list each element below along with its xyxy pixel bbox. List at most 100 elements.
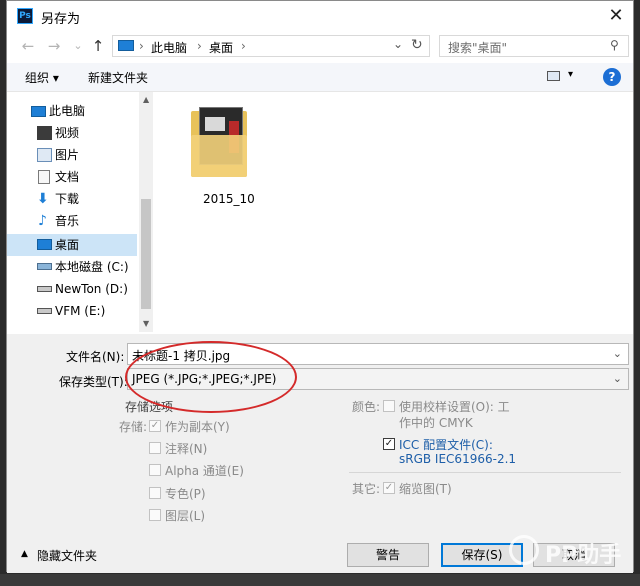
save-label: 存储: bbox=[119, 420, 148, 434]
annotations-checkbox bbox=[149, 442, 161, 454]
other-label: 其它: bbox=[352, 482, 381, 496]
pictures-icon bbox=[37, 148, 52, 162]
documents-icon bbox=[38, 170, 50, 184]
search-input[interactable]: 搜索"桌面" ⚲ bbox=[439, 35, 629, 57]
title-bar: Ps 另存为 ✕ bbox=[7, 1, 633, 31]
layers-label: 图层(L) bbox=[165, 509, 206, 523]
annotations-label: 注释(N) bbox=[165, 442, 208, 456]
music-icon: ♪ bbox=[38, 213, 47, 229]
folder-name: 2015_10 bbox=[203, 192, 255, 206]
back-icon[interactable]: ← bbox=[19, 36, 37, 56]
computer-icon bbox=[31, 106, 46, 117]
sidebar-item-label: NewTon (D:) bbox=[55, 282, 128, 296]
folder-preview-image bbox=[205, 117, 225, 131]
save-as-dialog: Ps 另存为 ✕ ← → ⌄ ↑ › 此电脑 › 桌面 › ⌄ ↻ 搜索"桌面"… bbox=[6, 0, 634, 573]
annotation-ellipse bbox=[125, 341, 297, 413]
help-icon[interactable]: ? bbox=[603, 68, 621, 86]
thumbnail-checkbox: ✓ bbox=[383, 482, 395, 494]
search-icon: ⚲ bbox=[610, 38, 619, 52]
address-bar[interactable]: › 此电脑 › 桌面 › ⌄ ↻ bbox=[112, 35, 430, 57]
sidebar-item-music[interactable]: ♪ 音乐 bbox=[7, 210, 137, 232]
scroll-down-icon[interactable]: ▼ bbox=[143, 319, 149, 328]
up-icon[interactable]: ↑ bbox=[89, 36, 107, 56]
use-proof-setup-label: 使用校样设置(O): 工 bbox=[399, 400, 510, 414]
video-icon bbox=[37, 126, 52, 140]
sidebar-item-pictures[interactable]: 图片 bbox=[7, 144, 137, 166]
layers-checkbox bbox=[149, 509, 161, 521]
sidebar-item-drive-e[interactable]: VFM (E:) bbox=[7, 300, 137, 322]
sidebar-item-label: 视频 bbox=[55, 126, 80, 140]
new-folder-button[interactable]: 新建文件夹 bbox=[88, 69, 148, 86]
alpha-channels-checkbox bbox=[149, 464, 161, 476]
sidebar-item-label: 文档 bbox=[55, 170, 80, 184]
recent-chevron-icon[interactable]: ⌄ bbox=[69, 36, 87, 56]
save-form-panel: 文件名(N): 未标题-1 拷贝.jpg ⌄ 保存类型(T): JPEG (*.… bbox=[7, 334, 633, 573]
breadcrumb-separator: › bbox=[197, 39, 202, 53]
breadcrumb-separator: › bbox=[241, 39, 246, 53]
filename-label: 文件名(N): bbox=[66, 350, 125, 364]
use-proof-setup-label-2: 作中的 CMYK bbox=[399, 416, 473, 430]
drive-icon bbox=[37, 308, 52, 314]
sidebar-item-downloads[interactable]: ⬇ 下载 bbox=[7, 188, 137, 210]
view-dropdown-icon[interactable]: ▾ bbox=[568, 69, 573, 80]
search-placeholder: 搜索"桌面" bbox=[448, 41, 508, 55]
sidebar-item-this-pc[interactable]: 此电脑 bbox=[7, 100, 137, 122]
collapse-icon[interactable]: ▲ bbox=[21, 549, 28, 559]
sidebar-item-videos[interactable]: 视频 bbox=[7, 122, 137, 144]
photoshop-icon: Ps bbox=[17, 8, 33, 24]
divider bbox=[349, 472, 621, 473]
sidebar-item-label: 音乐 bbox=[55, 214, 80, 228]
as-copy-checkbox: ✓ bbox=[149, 420, 161, 432]
navigation-pane: 此电脑 视频 图片 文档 ⬇ 下载 ♪ 音乐 桌面 本地磁盘 (C:) NewT… bbox=[7, 92, 153, 332]
dialog-title: 另存为 bbox=[41, 12, 81, 27]
sidebar-item-documents[interactable]: 文档 bbox=[7, 166, 137, 188]
address-dropdown-icon[interactable]: ⌄ bbox=[393, 37, 403, 51]
sidebar-item-label: 本地磁盘 (C:) bbox=[55, 260, 129, 274]
breadcrumb-desktop[interactable]: 桌面 bbox=[209, 39, 233, 56]
spot-colors-label: 专色(P) bbox=[165, 487, 206, 501]
chevron-down-icon[interactable]: ⌄ bbox=[613, 347, 622, 360]
hide-folders-button[interactable]: 隐藏文件夹 bbox=[37, 547, 97, 564]
spot-colors-checkbox bbox=[149, 487, 161, 499]
desktop-icon bbox=[37, 239, 52, 250]
organize-button[interactable]: 组织 ▾ bbox=[25, 69, 59, 86]
sidebar-item-label: 下载 bbox=[55, 192, 80, 206]
sidebar-item-drive-d[interactable]: NewTon (D:) bbox=[7, 278, 137, 300]
alpha-channels-label: Alpha 通道(E) bbox=[165, 464, 244, 478]
view-icon[interactable] bbox=[547, 71, 560, 81]
use-proof-setup-checkbox bbox=[383, 400, 395, 412]
close-icon[interactable]: ✕ bbox=[605, 5, 627, 27]
icc-profile-checkbox[interactable]: ✓ bbox=[383, 438, 395, 450]
sidebar-item-label: 桌面 bbox=[55, 238, 80, 252]
sidebar-item-label: 此电脑 bbox=[49, 104, 86, 118]
photoshop-background-strip bbox=[0, 574, 640, 586]
icc-profile-label: ICC 配置文件(C): bbox=[399, 438, 493, 452]
watermark-logo-icon bbox=[509, 535, 539, 565]
command-bar: 组织 ▾ 新建文件夹 ▾ ? bbox=[7, 63, 633, 92]
sidebar-item-drive-c[interactable]: 本地磁盘 (C:) bbox=[7, 256, 137, 278]
file-list: 2015_10 bbox=[155, 92, 633, 332]
filetype-label: 保存类型(T): bbox=[59, 375, 128, 389]
thumbnail-label: 缩览图(T) bbox=[399, 482, 452, 496]
folder-item[interactable] bbox=[191, 105, 247, 183]
color-label: 颜色: bbox=[352, 400, 381, 414]
scrollbar-thumb[interactable] bbox=[141, 199, 151, 309]
drive-icon bbox=[37, 286, 52, 292]
breadcrumb-separator: › bbox=[139, 39, 144, 53]
sidebar-item-desktop[interactable]: 桌面 bbox=[7, 234, 137, 256]
sidebar-item-label: 图片 bbox=[55, 148, 80, 162]
as-copy-label: 作为副本(Y) bbox=[165, 420, 230, 434]
icc-profile-value: sRGB IEC61966-2.1 bbox=[399, 452, 517, 466]
refresh-icon[interactable]: ↻ bbox=[411, 37, 423, 53]
breadcrumb-this-pc[interactable]: 此电脑 bbox=[151, 39, 187, 56]
drive-icon bbox=[37, 263, 52, 270]
computer-icon bbox=[118, 40, 134, 51]
forward-icon[interactable]: → bbox=[45, 36, 63, 56]
warning-button[interactable]: 警告 bbox=[347, 543, 429, 567]
download-icon: ⬇ bbox=[37, 191, 49, 207]
watermark-text: PP助手 bbox=[545, 543, 622, 568]
scroll-up-icon[interactable]: ▲ bbox=[143, 95, 149, 104]
folder-front-icon bbox=[191, 135, 247, 177]
chevron-down-icon[interactable]: ⌄ bbox=[613, 372, 622, 385]
sidebar-item-label: VFM (E:) bbox=[55, 304, 106, 318]
